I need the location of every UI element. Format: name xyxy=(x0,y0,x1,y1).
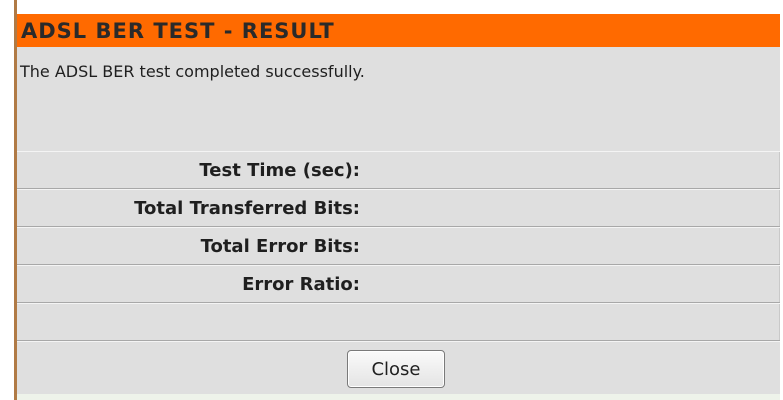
row-edge xyxy=(779,190,780,226)
row-edge xyxy=(779,228,780,264)
result-row-total-transferred-bits: Total Transferred Bits: xyxy=(17,189,780,227)
ber-result-panel: ADSL BER TEST - RESULT The ADSL BER test… xyxy=(14,0,783,400)
result-row-total-error-bits: Total Error Bits: xyxy=(17,227,780,265)
page-title: ADSL BER TEST - RESULT xyxy=(21,18,335,43)
result-row-test-time: Test Time (sec): xyxy=(17,151,780,189)
bottom-strip xyxy=(17,394,780,400)
result-row-error-ratio: Error Ratio: xyxy=(17,265,780,303)
row-edge xyxy=(779,152,780,188)
message-area: The ADSL BER test completed successfully… xyxy=(17,47,780,151)
results-table: Test Time (sec): Total Transferred Bits:… xyxy=(17,151,780,341)
error-ratio-label: Error Ratio: xyxy=(242,274,360,295)
row-edge xyxy=(779,266,780,302)
close-button[interactable]: Close xyxy=(347,350,445,388)
total-error-bits-label: Total Error Bits: xyxy=(200,236,360,257)
test-time-label: Test Time (sec): xyxy=(199,160,360,181)
row-edge xyxy=(779,304,780,340)
button-footer: Close xyxy=(17,341,780,400)
result-row-empty xyxy=(17,303,780,341)
title-bar: ADSL BER TEST - RESULT xyxy=(17,14,780,47)
total-transferred-bits-label: Total Transferred Bits: xyxy=(134,198,360,219)
status-message: The ADSL BER test completed successfully… xyxy=(20,62,365,81)
